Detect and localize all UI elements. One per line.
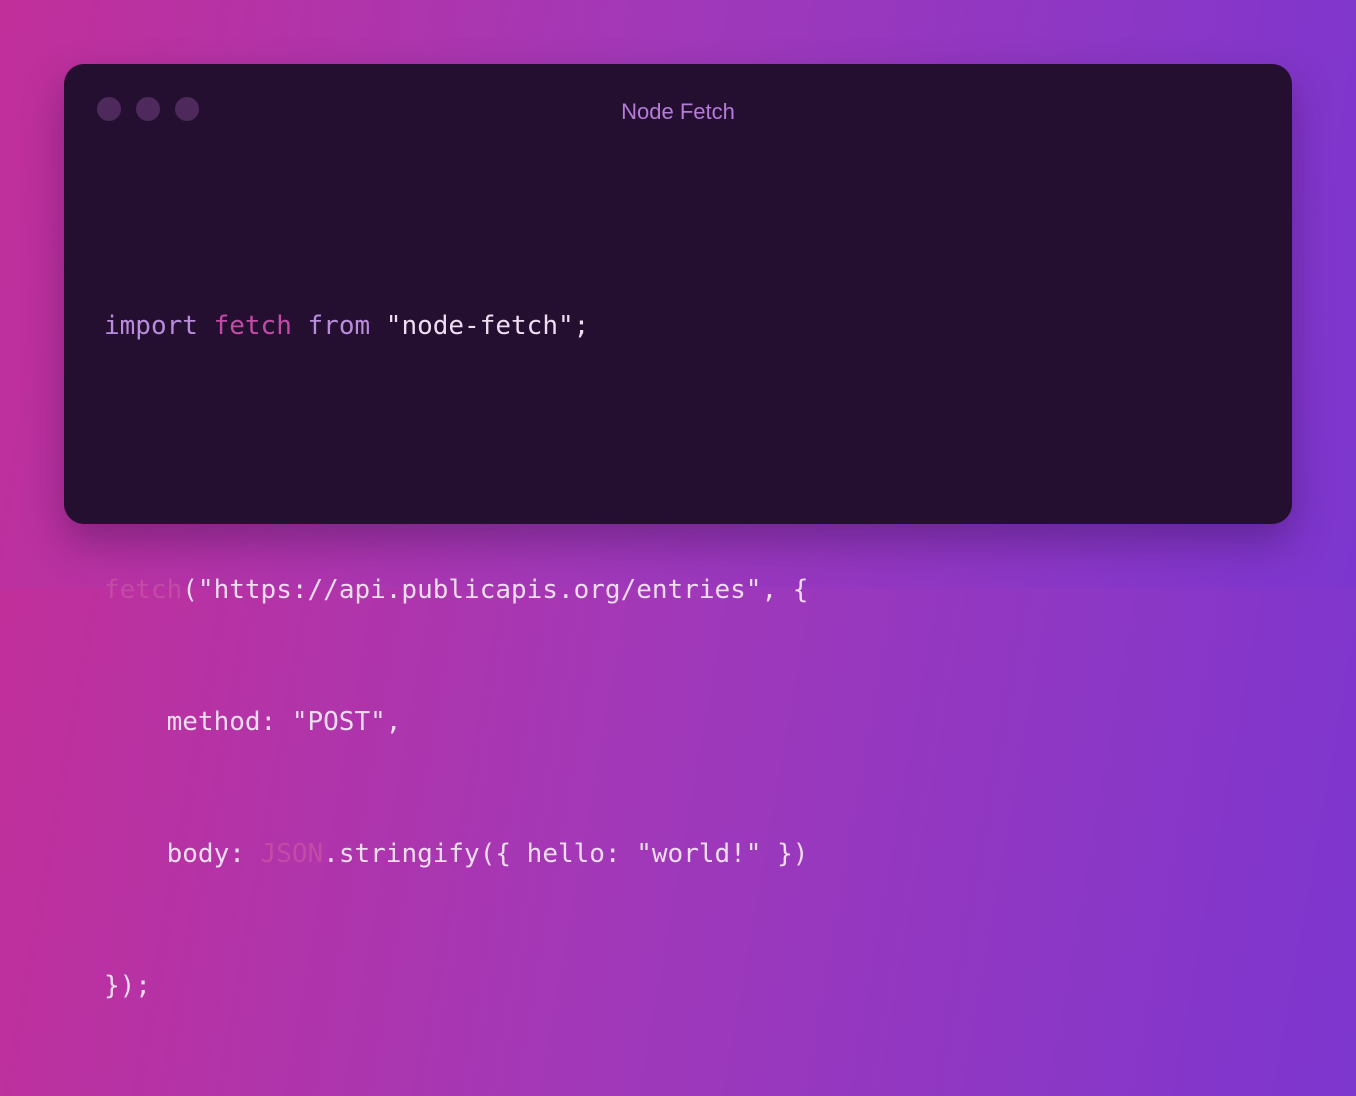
fetch-identifier: fetch bbox=[213, 311, 292, 341]
json-identifier: JSON bbox=[260, 839, 324, 869]
code-line-5: body: JSON.stringify({ hello: "world!" }… bbox=[104, 832, 809, 876]
closing-brackets: }); bbox=[104, 971, 151, 1001]
code-line-3: fetch("https://api.publicapis.org/entrie… bbox=[104, 568, 808, 612]
window-title: Node Fetch bbox=[621, 99, 735, 124]
code-window: Node Fetch import fetch from "node-fetch… bbox=[64, 64, 1292, 1001]
method-property: method: "POST", bbox=[104, 707, 402, 737]
import-keyword: import bbox=[104, 311, 198, 341]
code-block: import fetch from "node-fetch"; fetch("h… bbox=[104, 216, 808, 1096]
code-line-1: import fetch from "node-fetch"; bbox=[104, 304, 808, 348]
code-line-4: method: "POST", bbox=[104, 700, 808, 744]
body-property: body: bbox=[104, 839, 261, 869]
fetch-args: ("https://api.publicapis.org/entries", { bbox=[182, 575, 809, 605]
code-line-6: }); bbox=[104, 964, 808, 1008]
fetch-call: fetch bbox=[104, 575, 183, 605]
module-string: "node-fetch"; bbox=[370, 311, 590, 341]
stringify-call: .stringify({ hello: "world!" }) bbox=[323, 839, 809, 869]
from-keyword: from bbox=[307, 311, 371, 341]
